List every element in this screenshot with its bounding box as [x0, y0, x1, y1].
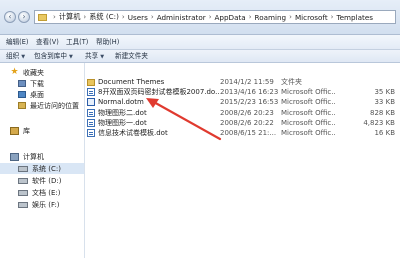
breadcrumb-computer[interactable]: 计算机	[59, 12, 81, 22]
word-doc-icon	[87, 109, 95, 117]
file-date: 2008/2/6 20:22	[220, 119, 274, 127]
sidebar-item-label: 娱乐 (F:)	[32, 200, 60, 209]
sidebar-item-libraries[interactable]: 库	[0, 125, 94, 136]
new-folder-button[interactable]: 新建文件夹	[113, 51, 150, 61]
chevron-right-icon: ›	[150, 13, 154, 21]
word-doc-icon	[87, 88, 95, 96]
file-type: 文件夹	[281, 78, 302, 86]
chevron-right-icon: ›	[248, 13, 252, 21]
sidebar-item-label: 最近访问的位置	[30, 101, 79, 110]
chevron-right-icon: ›	[330, 13, 334, 21]
share-button[interactable]: 共享 ▼	[83, 51, 106, 61]
sidebar-item-label: 下载	[30, 79, 44, 88]
file-type: Microsoft Offic...	[281, 129, 335, 137]
address-box[interactable]: › 计算机 › 系统 (C:) › Users › Administrator …	[34, 10, 396, 24]
menu-tools[interactable]: 工具(T)	[64, 37, 90, 47]
file-name: Normal.dotm	[98, 98, 144, 106]
organize-button[interactable]: 组织 ▼	[4, 51, 27, 61]
sidebar-item-label: 库	[23, 126, 30, 135]
chevron-down-icon: ▼	[68, 54, 73, 60]
menu-help[interactable]: 帮助(H)	[94, 37, 121, 47]
library-icon	[10, 126, 19, 135]
breadcrumb-templates[interactable]: Templates	[336, 13, 373, 22]
file-size: 4,823 KB	[363, 119, 395, 127]
sidebar-item-label: 桌面	[30, 90, 44, 99]
file-date: 2015/2/23 16:53	[220, 98, 279, 106]
hard-drive-icon	[18, 177, 28, 184]
sidebar-item-label: 系统 (C:)	[32, 164, 61, 173]
file-name: 物理图形二.dot	[98, 109, 147, 117]
folder-icon	[87, 78, 95, 86]
file-size: 33 KB	[374, 98, 395, 106]
organize-label: 组织	[6, 52, 20, 60]
file-row[interactable]: Document Themes 2014/1/2 11:59 文件夹	[87, 77, 400, 87]
file-type: Microsoft Offic...	[281, 88, 335, 96]
sidebar-item-drive-c[interactable]: 系统 (C:)	[0, 163, 84, 174]
word-doc-icon	[87, 119, 95, 127]
file-row[interactable]: 信息技术试卷模板.dot 2008/6/15 21:... Microsoft …	[87, 128, 400, 138]
file-date: 2008/6/15 21:...	[220, 129, 277, 137]
menu-bar: 编辑(E) 查看(V) 工具(T) 帮助(H)	[0, 35, 400, 50]
breadcrumb-microsoft[interactable]: Microsoft	[295, 13, 328, 22]
star-icon: ★	[10, 67, 19, 77]
share-label: 共享	[85, 52, 99, 60]
menu-view[interactable]: 查看(V)	[34, 37, 61, 47]
file-name: Document Themes	[98, 78, 165, 86]
chevron-right-icon: ›	[83, 13, 87, 21]
word-template-icon	[87, 98, 95, 106]
sidebar-item-favorites[interactable]: ★ 收藏夹	[0, 67, 84, 78]
file-name: 物理图形一.dot	[98, 119, 147, 127]
sidebar-item-label: 文档 (E:)	[32, 188, 61, 197]
breadcrumb-roaming[interactable]: Roaming	[255, 13, 287, 22]
chevron-down-icon: ▼	[100, 54, 105, 60]
file-row[interactable]: 物理图形二.dot 2008/2/6 20:23 Microsoft Offic…	[87, 108, 400, 118]
sidebar-item-label: 软件 (D:)	[32, 176, 62, 185]
chevron-down-icon: ▼	[21, 54, 26, 60]
file-date: 2014/1/2 11:59	[220, 78, 274, 86]
word-doc-icon	[87, 129, 95, 137]
forward-arrow-icon[interactable]: ›	[18, 11, 30, 23]
chevron-right-icon: ›	[289, 13, 292, 21]
breadcrumb-administrator[interactable]: Administrator	[157, 13, 206, 22]
computer-icon	[10, 152, 19, 161]
chevron-right-icon: ›	[53, 13, 56, 21]
hard-drive-icon	[18, 201, 28, 208]
file-name: 信息技术试卷模板.dot	[98, 129, 168, 137]
include-in-library-label: 包含到库中	[34, 52, 67, 60]
chevron-right-icon: ›	[208, 13, 212, 21]
chevron-right-icon: ›	[121, 13, 125, 21]
file-row[interactable]: Normal.dotm 2015/2/23 16:53 Microsoft Of…	[87, 97, 400, 107]
file-date: 2013/4/16 16:23	[220, 88, 279, 96]
breadcrumb-system-c[interactable]: 系统 (C:)	[89, 12, 119, 22]
file-size: 16 KB	[374, 129, 395, 137]
hard-drive-icon	[18, 189, 28, 196]
download-folder-icon	[18, 80, 26, 87]
file-type: Microsoft Offic...	[281, 119, 335, 127]
sidebar-item-label: 计算机	[23, 152, 44, 161]
hard-drive-icon	[18, 165, 28, 172]
file-row[interactable]: 8开双面双页码密封试卷模板2007.do... 2013/4/16 16:23 …	[87, 87, 400, 97]
recent-places-icon	[18, 102, 26, 109]
address-bar-area: ‹ › › 计算机 › 系统 (C:) › Users › Administra…	[0, 0, 400, 35]
file-size: 35 KB	[374, 88, 395, 96]
sidebar-item-computer[interactable]: 计算机	[0, 151, 94, 162]
sidebar-item-label: 收藏夹	[23, 68, 44, 77]
file-name: 8开双面双页码密封试卷模板2007.do...	[98, 88, 219, 96]
file-list: Document Themes 2014/1/2 11:59 文件夹 8开双面双…	[85, 63, 400, 258]
file-type: Microsoft Offic...	[281, 98, 335, 106]
navigation-pane: ★ 收藏夹 下载 桌面 最近访问的位置 库 计算机 系统 (C:) 软件 (D:…	[0, 63, 85, 258]
breadcrumb-users[interactable]: Users	[128, 13, 148, 22]
folder-icon	[38, 13, 47, 21]
include-in-library-button[interactable]: 包含到库中 ▼	[32, 51, 75, 61]
breadcrumb-appdata[interactable]: AppData	[215, 13, 246, 22]
file-size: 828 KB	[370, 109, 395, 117]
desktop-icon	[18, 91, 26, 98]
file-row[interactable]: 物理图形一.dot 2008/2/6 20:22 Microsoft Offic…	[87, 118, 400, 128]
menu-edit[interactable]: 编辑(E)	[4, 37, 31, 47]
command-bar: 组织 ▼ 包含到库中 ▼ 共享 ▼ 新建文件夹	[0, 50, 400, 63]
file-type: Microsoft Offic...	[281, 109, 335, 117]
back-arrow-icon[interactable]: ‹	[4, 11, 16, 23]
file-date: 2008/2/6 20:23	[220, 109, 274, 117]
